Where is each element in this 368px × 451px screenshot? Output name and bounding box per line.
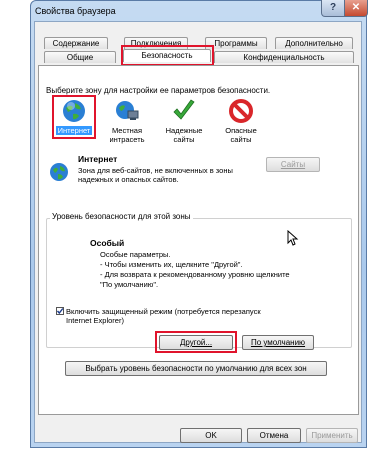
highlight-security-tab — [121, 45, 214, 66]
tab-privacy[interactable]: Конфиденциальность — [214, 51, 354, 63]
zone-prompt: Выберите зону для настройки ее параметро… — [46, 86, 271, 95]
zone-trusted-sites[interactable]: Надежные сайты — [161, 98, 207, 144]
sites-button[interactable]: Сайты — [266, 157, 320, 172]
zone-info-title: Интернет — [78, 154, 118, 164]
close-button[interactable]: ✕ — [344, 0, 368, 17]
zone-label-1: Опасные — [225, 126, 257, 135]
ok-button[interactable]: OK — [180, 428, 242, 443]
zone-label-1: Местная — [111, 126, 143, 135]
window-title: Свойства браузера — [35, 6, 116, 16]
reset-all-zones-button[interactable]: Выбрать уровень безопасности по умолчани… — [65, 361, 327, 376]
zone-info-icon — [49, 162, 69, 184]
zone-info-description-2: надежных и опасных сайтов. — [78, 175, 179, 184]
mouse-cursor-icon — [287, 229, 299, 248]
security-level-title: Особый — [90, 238, 125, 248]
highlight-internet-zone — [52, 95, 96, 139]
zone-info-description-1: Зона для веб-сайтов, не включенных в зон… — [78, 166, 233, 175]
security-level-line-1: Особые параметры. — [100, 250, 171, 259]
tab-programs[interactable]: Программы — [205, 37, 267, 49]
security-level-line-4: "По умолчанию". — [100, 280, 159, 289]
forbidden-icon — [228, 98, 254, 124]
zone-label-2: сайты — [230, 135, 252, 144]
highlight-custom-button — [155, 331, 237, 353]
question-icon: ? — [329, 2, 337, 13]
check-icon — [171, 98, 197, 124]
zone-label-2: интрасеть — [109, 135, 145, 144]
apply-button[interactable]: Применить — [306, 428, 358, 443]
tab-advanced[interactable]: Дополнительно — [275, 37, 353, 49]
help-button[interactable]: ? — [321, 0, 345, 17]
security-level-line-2: - Чтобы изменить их, щелкните "Другой". — [100, 260, 243, 269]
checkmark-icon — [56, 308, 64, 315]
zone-local-intranet[interactable]: Местная интрасеть — [104, 98, 150, 144]
protected-mode-label-1: Включить защищенный режим (потребуется п… — [66, 307, 261, 316]
security-level-legend: Уровень безопасности для этой зоны — [50, 212, 193, 221]
intranet-icon — [114, 98, 140, 124]
protected-mode-label-2: Internet Explorer) — [66, 316, 124, 325]
default-level-button[interactable]: По умолчанию — [242, 335, 314, 350]
zone-restricted-sites[interactable]: Опасные сайты — [218, 98, 264, 144]
zone-label-2: сайты — [173, 135, 195, 144]
zone-label-1: Надежные — [165, 126, 203, 135]
cancel-button[interactable]: Отмена — [247, 428, 301, 443]
tab-general[interactable]: Общие — [44, 51, 116, 63]
protected-mode-checkbox[interactable] — [56, 307, 64, 315]
close-icon: ✕ — [351, 2, 361, 13]
security-level-line-3: - Для возврата к рекомендованному уровню… — [100, 270, 290, 279]
tab-content[interactable]: Содержание — [44, 37, 108, 49]
